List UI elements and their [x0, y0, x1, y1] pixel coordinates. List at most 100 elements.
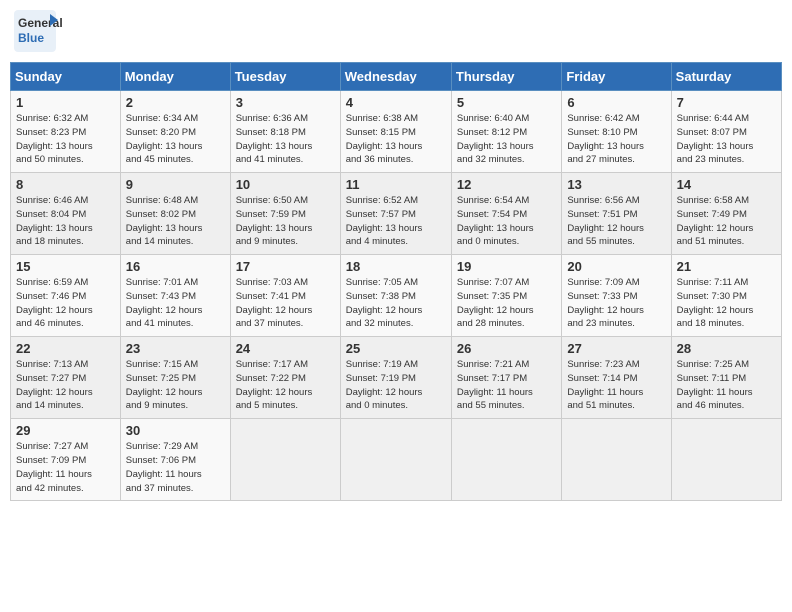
day-info: Sunrise: 6:38 AM Sunset: 8:15 PM Dayligh…: [346, 112, 446, 167]
day-info: Sunrise: 6:34 AM Sunset: 8:20 PM Dayligh…: [126, 112, 225, 167]
day-info: Sunrise: 6:46 AM Sunset: 8:04 PM Dayligh…: [16, 194, 115, 249]
day-number: 22: [16, 341, 115, 356]
day-info: Sunrise: 6:42 AM Sunset: 8:10 PM Dayligh…: [567, 112, 665, 167]
day-info: Sunrise: 7:21 AM Sunset: 7:17 PM Dayligh…: [457, 358, 556, 413]
day-info: Sunrise: 6:40 AM Sunset: 8:12 PM Dayligh…: [457, 112, 556, 167]
calendar-day-cell: [562, 419, 671, 501]
day-number: 7: [677, 95, 776, 110]
day-number: 16: [126, 259, 225, 274]
day-info: Sunrise: 6:48 AM Sunset: 8:02 PM Dayligh…: [126, 194, 225, 249]
day-number: 17: [236, 259, 335, 274]
day-info: Sunrise: 6:50 AM Sunset: 7:59 PM Dayligh…: [236, 194, 335, 249]
day-info: Sunrise: 7:29 AM Sunset: 7:06 PM Dayligh…: [126, 440, 225, 495]
day-number: 4: [346, 95, 446, 110]
day-number: 24: [236, 341, 335, 356]
calendar-week-row: 1Sunrise: 6:32 AM Sunset: 8:23 PM Daylig…: [11, 91, 782, 173]
calendar-day-cell: 1Sunrise: 6:32 AM Sunset: 8:23 PM Daylig…: [11, 91, 121, 173]
day-number: 14: [677, 177, 776, 192]
svg-text:General: General: [18, 16, 63, 30]
calendar-day-cell: 30 Sunrise: 7:29 AM Sunset: 7:06 PM Dayli…: [120, 419, 230, 501]
day-number: 21: [677, 259, 776, 274]
weekday-header-tuesday: Tuesday: [230, 63, 340, 91]
day-info: Sunrise: 6:52 AM Sunset: 7:57 PM Dayligh…: [346, 194, 446, 249]
page-header: General Blue: [10, 10, 782, 54]
day-number: 20: [567, 259, 665, 274]
calendar-day-cell: 10 Sunrise: 6:50 AM Sunset: 7:59 PM Dayli…: [230, 173, 340, 255]
calendar-day-cell: 20 Sunrise: 7:09 AM Sunset: 7:33 PM Dayli…: [562, 255, 671, 337]
day-info: Sunrise: 7:19 AM Sunset: 7:19 PM Dayligh…: [346, 358, 446, 413]
calendar-day-cell: 15Sunrise: 6:59 AM Sunset: 7:46 PM Dayli…: [11, 255, 121, 337]
day-number: 1: [16, 95, 115, 110]
calendar-day-cell: [671, 419, 781, 501]
day-info: Sunrise: 6:36 AM Sunset: 8:18 PM Dayligh…: [236, 112, 335, 167]
calendar-day-cell: 4 Sunrise: 6:38 AM Sunset: 8:15 PM Daylig…: [340, 91, 451, 173]
day-info: Sunrise: 7:13 AM Sunset: 7:27 PM Dayligh…: [16, 358, 115, 413]
day-number: 12: [457, 177, 556, 192]
day-info: Sunrise: 7:23 AM Sunset: 7:14 PM Dayligh…: [567, 358, 665, 413]
day-number: 13: [567, 177, 665, 192]
day-number: 26: [457, 341, 556, 356]
calendar-day-cell: 24 Sunrise: 7:17 AM Sunset: 7:22 PM Dayli…: [230, 337, 340, 419]
day-number: 9: [126, 177, 225, 192]
day-number: 18: [346, 259, 446, 274]
calendar-day-cell: 22 Sunrise: 7:13 AM Sunset: 7:27 PM Dayli…: [11, 337, 121, 419]
weekday-header-monday: Monday: [120, 63, 230, 91]
calendar-day-cell: [451, 419, 561, 501]
calendar-day-cell: 21Sunrise: 7:11 AM Sunset: 7:30 PM Dayli…: [671, 255, 781, 337]
day-info: Sunrise: 6:54 AM Sunset: 7:54 PM Dayligh…: [457, 194, 556, 249]
calendar-day-cell: 14 Sunrise: 6:58 AM Sunset: 7:49 PM Dayli…: [671, 173, 781, 255]
day-info: Sunrise: 6:58 AM Sunset: 7:49 PM Dayligh…: [677, 194, 776, 249]
calendar-day-cell: 6Sunrise: 6:42 AM Sunset: 8:10 PM Daylig…: [562, 91, 671, 173]
day-info: Sunrise: 7:17 AM Sunset: 7:22 PM Dayligh…: [236, 358, 335, 413]
weekday-header-sunday: Sunday: [11, 63, 121, 91]
calendar-day-cell: [340, 419, 451, 501]
day-number: 19: [457, 259, 556, 274]
day-info: Sunrise: 6:56 AM Sunset: 7:51 PM Dayligh…: [567, 194, 665, 249]
calendar-day-cell: 7 Sunrise: 6:44 AM Sunset: 8:07 PM Daylig…: [671, 91, 781, 173]
weekday-header-thursday: Thursday: [451, 63, 561, 91]
day-info: Sunrise: 7:09 AM Sunset: 7:33 PM Dayligh…: [567, 276, 665, 331]
calendar-week-row: 29Sunrise: 7:27 AM Sunset: 7:09 PM Dayli…: [11, 419, 782, 501]
day-number: 8: [16, 177, 115, 192]
calendar-day-cell: 13 Sunrise: 6:56 AM Sunset: 7:51 PM Dayli…: [562, 173, 671, 255]
day-number: 29: [16, 423, 115, 438]
calendar-day-cell: 25Sunrise: 7:19 AM Sunset: 7:19 PM Dayli…: [340, 337, 451, 419]
logo-svg: General Blue: [14, 10, 104, 54]
day-info: Sunrise: 7:07 AM Sunset: 7:35 PM Dayligh…: [457, 276, 556, 331]
day-number: 23: [126, 341, 225, 356]
day-number: 28: [677, 341, 776, 356]
day-info: Sunrise: 7:15 AM Sunset: 7:25 PM Dayligh…: [126, 358, 225, 413]
day-info: Sunrise: 7:05 AM Sunset: 7:38 PM Dayligh…: [346, 276, 446, 331]
day-info: Sunrise: 7:03 AM Sunset: 7:41 PM Dayligh…: [236, 276, 335, 331]
calendar-day-cell: 16Sunrise: 7:01 AM Sunset: 7:43 PM Dayli…: [120, 255, 230, 337]
day-info: Sunrise: 7:25 AM Sunset: 7:11 PM Dayligh…: [677, 358, 776, 413]
weekday-header-friday: Friday: [562, 63, 671, 91]
svg-text:Blue: Blue: [18, 31, 44, 45]
calendar-day-cell: 18 Sunrise: 7:05 AM Sunset: 7:38 PM Dayli…: [340, 255, 451, 337]
day-number: 5: [457, 95, 556, 110]
weekday-header-saturday: Saturday: [671, 63, 781, 91]
calendar-day-cell: 8 Sunrise: 6:46 AM Sunset: 8:04 PM Daylig…: [11, 173, 121, 255]
calendar-week-row: 8 Sunrise: 6:46 AM Sunset: 8:04 PM Daylig…: [11, 173, 782, 255]
calendar-day-cell: 3Sunrise: 6:36 AM Sunset: 8:18 PM Daylig…: [230, 91, 340, 173]
day-number: 11: [346, 177, 446, 192]
day-number: 10: [236, 177, 335, 192]
weekday-header-wednesday: Wednesday: [340, 63, 451, 91]
calendar-day-cell: 26 Sunrise: 7:21 AM Sunset: 7:17 PM Dayli…: [451, 337, 561, 419]
calendar-day-cell: 28 Sunrise: 7:25 AM Sunset: 7:11 PM Dayli…: [671, 337, 781, 419]
calendar-day-cell: 12 Sunrise: 6:54 AM Sunset: 7:54 PM Dayli…: [451, 173, 561, 255]
calendar-day-cell: 19 Sunrise: 7:07 AM Sunset: 7:35 PM Dayli…: [451, 255, 561, 337]
calendar-day-cell: [230, 419, 340, 501]
calendar-day-cell: 17 Sunrise: 7:03 AM Sunset: 7:41 PM Dayli…: [230, 255, 340, 337]
calendar-day-cell: 11 Sunrise: 6:52 AM Sunset: 7:57 PM Dayli…: [340, 173, 451, 255]
calendar-day-cell: 9 Sunrise: 6:48 AM Sunset: 8:02 PM Daylig…: [120, 173, 230, 255]
calendar-week-row: 15Sunrise: 6:59 AM Sunset: 7:46 PM Dayli…: [11, 255, 782, 337]
day-number: 2: [126, 95, 225, 110]
calendar-day-cell: 2 Sunrise: 6:34 AM Sunset: 8:20 PM Daylig…: [120, 91, 230, 173]
calendar-header-row: SundayMondayTuesdayWednesdayThursdayFrid…: [11, 63, 782, 91]
day-number: 30: [126, 423, 225, 438]
calendar-day-cell: 5 Sunrise: 6:40 AM Sunset: 8:12 PM Daylig…: [451, 91, 561, 173]
calendar-week-row: 22 Sunrise: 7:13 AM Sunset: 7:27 PM Dayli…: [11, 337, 782, 419]
day-info: Sunrise: 6:44 AM Sunset: 8:07 PM Dayligh…: [677, 112, 776, 167]
day-number: 15: [16, 259, 115, 274]
